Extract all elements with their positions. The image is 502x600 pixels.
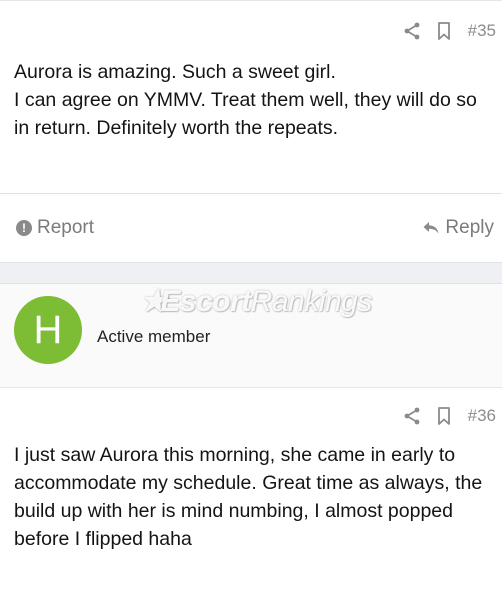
reply-icon [423,221,439,233]
post-tools: #36 [402,401,502,431]
post-36: #36 I just saw Aurora this morning, she … [0,389,502,600]
post-tools: #35 [402,16,502,46]
watermark-part1: Escort [160,285,251,318]
report-link[interactable]: ! Report [16,217,94,239]
share-icon[interactable] [402,21,422,41]
watermark-logo: ★EscortRankings [140,284,372,319]
post-body: Aurora is amazing. Such a sweet girl. I … [14,58,492,142]
post-line: Aurora is amazing. Such a sweet girl. [14,61,336,83]
post-footer: ! Report Reply [0,193,502,261]
post-line: in return. Definitely worth the repeats. [14,117,339,139]
post-body: I just saw Aurora this morning, she came… [14,441,492,553]
user-block: H Active member ★EscortRankings [0,284,502,388]
report-label: Report [37,216,95,238]
post-line: I just saw Aurora this morning, she came… [14,444,456,466]
reply-link[interactable]: Reply [423,217,494,239]
watermark-part2: Rankings [250,285,373,318]
bookmark-icon[interactable] [434,21,454,41]
reply-label: Reply [445,216,494,238]
user-title: Active member [97,327,211,346]
post-line: build up with her is mind numbing, I alm… [14,500,453,522]
bookmark-icon[interactable] [434,406,454,426]
post-number[interactable]: #36 [468,406,496,426]
post-line: I can agree on YMMV. Treat them well, th… [14,89,477,111]
post-separator [0,262,502,284]
post-number[interactable]: #35 [468,21,496,41]
avatar[interactable]: H [14,296,82,364]
post-line: before I flipped haha [14,528,192,550]
share-icon[interactable] [402,406,422,426]
report-icon: ! [16,219,32,236]
divider [0,0,502,1]
post-line: accommodate my schedule. Great time as a… [14,472,483,494]
post-35: #35 Aurora is amazing. Such a sweet girl… [0,0,502,262]
